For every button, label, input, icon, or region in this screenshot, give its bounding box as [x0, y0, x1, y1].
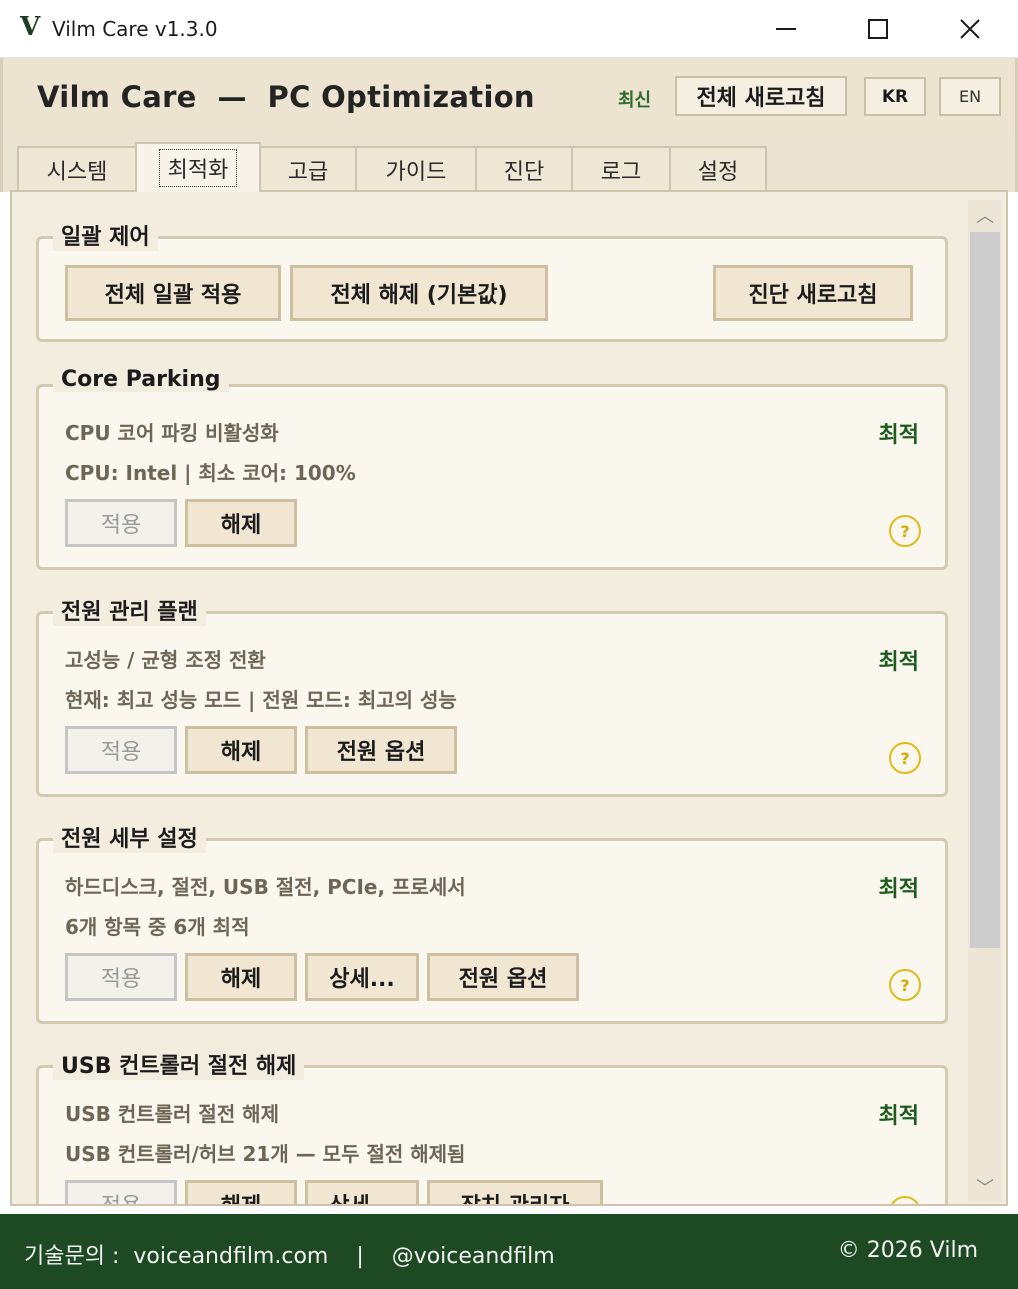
scroll-down-icon[interactable]: ﹀ [968, 1172, 1002, 1202]
section-detail: 현재: 최고 성능 모드 | 전원 모드: 최고의 성능 [65, 688, 457, 712]
section-detail: USB 컨트롤러/허브 21개 — 모두 절전 해제됨 [65, 1142, 466, 1166]
section-detail: CPU: Intel | 최소 코어: 100% [65, 461, 356, 485]
tab-label: 설정 [697, 160, 739, 185]
apply-button[interactable]: 적용 [65, 1180, 177, 1204]
details-button[interactable]: 상세... [305, 953, 419, 1001]
maximize-button[interactable] [832, 0, 924, 58]
tab-label: 가이드 [385, 160, 447, 185]
release-button[interactable]: 해제 [185, 953, 297, 1001]
details-button[interactable]: 상세... [305, 1180, 419, 1204]
apply-all-button[interactable]: 전체 일괄 적용 [65, 265, 281, 321]
status-badge: 최적 [878, 650, 919, 675]
version-status-badge: 최신 [618, 90, 652, 111]
maximize-icon [868, 19, 888, 39]
status-badge: 최적 [878, 423, 919, 448]
minimize-icon [776, 28, 796, 30]
apply-button[interactable]: 적용 [65, 726, 177, 774]
tab-label: 로그 [600, 160, 642, 185]
release-button[interactable]: 해제 [185, 499, 297, 547]
usb-controller-group: USB 컨트롤러 절전 해제 USB 컨트롤러 절전 해제 USB 컨트롤러/허… [36, 1048, 948, 1204]
core-parking-group: Core Parking CPU 코어 파킹 비활성화 CPU: Intel |… [36, 367, 948, 570]
language-en-button[interactable]: EN [939, 77, 1001, 116]
tab-system[interactable]: 시스템 [17, 146, 137, 192]
status-badge: 최적 [878, 877, 919, 902]
help-icon[interactable]: ? [889, 969, 921, 1001]
group-title: 전원 세부 설정 [53, 821, 206, 853]
scroll-up-icon[interactable]: ︿ [968, 200, 1002, 230]
bulk-control-group: 일괄 제어 전체 일괄 적용 전체 해제 (기본값) 진단 새로고침 [36, 219, 948, 342]
window-title: Vilm Care v1.3.0 [52, 17, 218, 41]
tab-advanced[interactable]: 고급 [259, 146, 357, 192]
release-button[interactable]: 해제 [185, 726, 297, 774]
release-button[interactable]: 해제 [185, 1180, 297, 1204]
group-title: USB 컨트롤러 절전 해제 [53, 1048, 305, 1080]
tab-label: 최적화 [158, 149, 238, 187]
tab-settings[interactable]: 설정 [669, 146, 767, 192]
device-manager-button[interactable]: 장치 관리자 [427, 1180, 603, 1204]
status-badge: 최적 [878, 1104, 919, 1129]
app-logo-icon: V [20, 12, 41, 42]
window-title-bar: V Vilm Care v1.3.0 [0, 0, 1018, 58]
footer: 기술문의 : voiceandfilm.com | @voiceandfilm … [0, 1214, 1018, 1289]
group-title: 전원 관리 플랜 [53, 594, 206, 626]
power-options-button[interactable]: 전원 옵션 [305, 726, 457, 774]
tab-diagnosis[interactable]: 진단 [475, 146, 573, 192]
tab-label: 진단 [503, 160, 545, 185]
app-title: Vilm Care — PC Optimization [37, 80, 535, 114]
apply-button[interactable]: 적용 [65, 499, 177, 547]
section-description: 고성능 / 균형 조정 전환 [65, 648, 266, 672]
help-icon[interactable]: ? [889, 1196, 921, 1204]
app-header: Vilm Care — PC Optimization 최신 전체 새로고침 K… [0, 58, 1018, 136]
close-button[interactable] [924, 0, 1016, 58]
group-title: Core Parking [53, 367, 229, 392]
tab-optimization[interactable]: 최적화 [135, 142, 261, 192]
close-icon [960, 19, 980, 39]
copyright: © 2026 Vilm [837, 1238, 978, 1263]
tab-log[interactable]: 로그 [571, 146, 671, 192]
vertical-scrollbar[interactable]: ︿ ﹀ [968, 200, 1002, 1202]
tab-label: 시스템 [46, 160, 108, 185]
diagnosis-refresh-button[interactable]: 진단 새로고침 [713, 265, 913, 321]
tab-guide[interactable]: 가이드 [355, 146, 477, 192]
section-description: USB 컨트롤러 절전 해제 [65, 1102, 279, 1126]
refresh-all-button[interactable]: 전체 새로고침 [675, 76, 847, 116]
group-title: 일괄 제어 [53, 219, 158, 251]
language-kr-button[interactable]: KR [864, 77, 926, 116]
power-plan-group: 전원 관리 플랜 고성능 / 균형 조정 전환 현재: 최고 성능 모드 | 전… [36, 594, 948, 797]
section-description: 하드디스크, 절전, USB 절전, PCIe, 프로세서 [65, 875, 466, 899]
minimize-button[interactable] [740, 0, 832, 58]
tab-label: 고급 [287, 160, 329, 185]
contact-info[interactable]: 기술문의 : voiceandfilm.com | @voiceandfilm [24, 1238, 555, 1270]
power-detail-group: 전원 세부 설정 하드디스크, 절전, USB 절전, PCIe, 프로세서 6… [36, 821, 948, 1024]
help-icon[interactable]: ? [889, 742, 921, 774]
section-detail: 6개 항목 중 6개 최적 [65, 915, 250, 939]
optimization-panel: 일괄 제어 전체 일괄 적용 전체 해제 (기본값) 진단 새로고침 Core … [10, 190, 1008, 1206]
apply-button[interactable]: 적용 [65, 953, 177, 1001]
tab-bar: 시스템 최적화 고급 가이드 진단 로그 설정 [0, 136, 1018, 192]
help-icon[interactable]: ? [889, 515, 921, 547]
power-options-button[interactable]: 전원 옵션 [427, 953, 579, 1001]
section-description: CPU 코어 파킹 비활성화 [65, 421, 279, 445]
release-all-button[interactable]: 전체 해제 (기본값) [290, 265, 548, 321]
scroll-thumb[interactable] [970, 232, 1000, 948]
